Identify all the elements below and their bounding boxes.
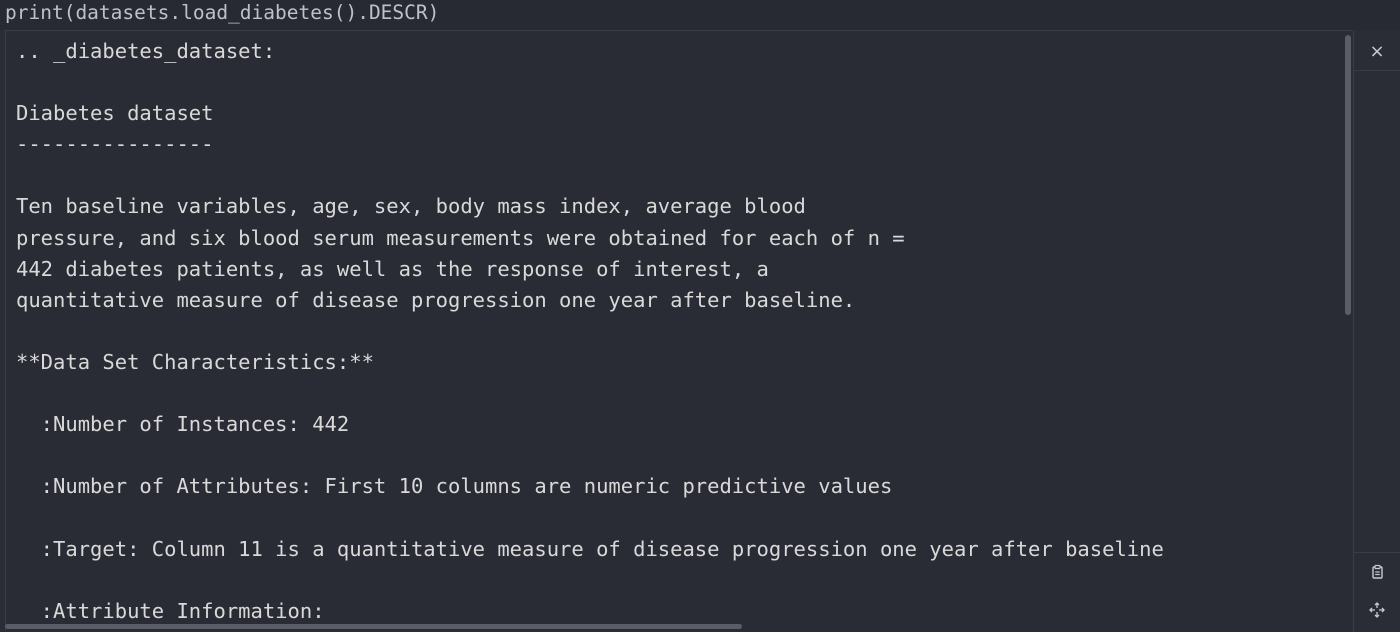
expand-output-button[interactable]	[1354, 591, 1400, 629]
output-text: .. _diabetes_dataset: Diabetes dataset -…	[16, 39, 1164, 623]
vertical-scrollbar-thumb[interactable]	[1345, 35, 1351, 315]
code-input[interactable]: print(datasets.load_diabetes().DESCR)	[0, 0, 1400, 30]
expand-icon	[1369, 602, 1385, 618]
output-toolbar: ×	[1353, 30, 1400, 632]
copy-output-button[interactable]	[1354, 552, 1400, 591]
vertical-scrollbar[interactable]	[1344, 30, 1352, 630]
copy-icon	[1369, 564, 1385, 580]
close-output-button[interactable]: ×	[1354, 32, 1400, 71]
output-panel[interactable]: .. _diabetes_dataset: Diabetes dataset -…	[5, 30, 1352, 631]
notebook-cell: print(datasets.load_diabetes().DESCR) ..…	[0, 0, 1400, 632]
close-icon: ×	[1369, 40, 1385, 62]
horizontal-scrollbar-thumb[interactable]	[5, 624, 742, 629]
